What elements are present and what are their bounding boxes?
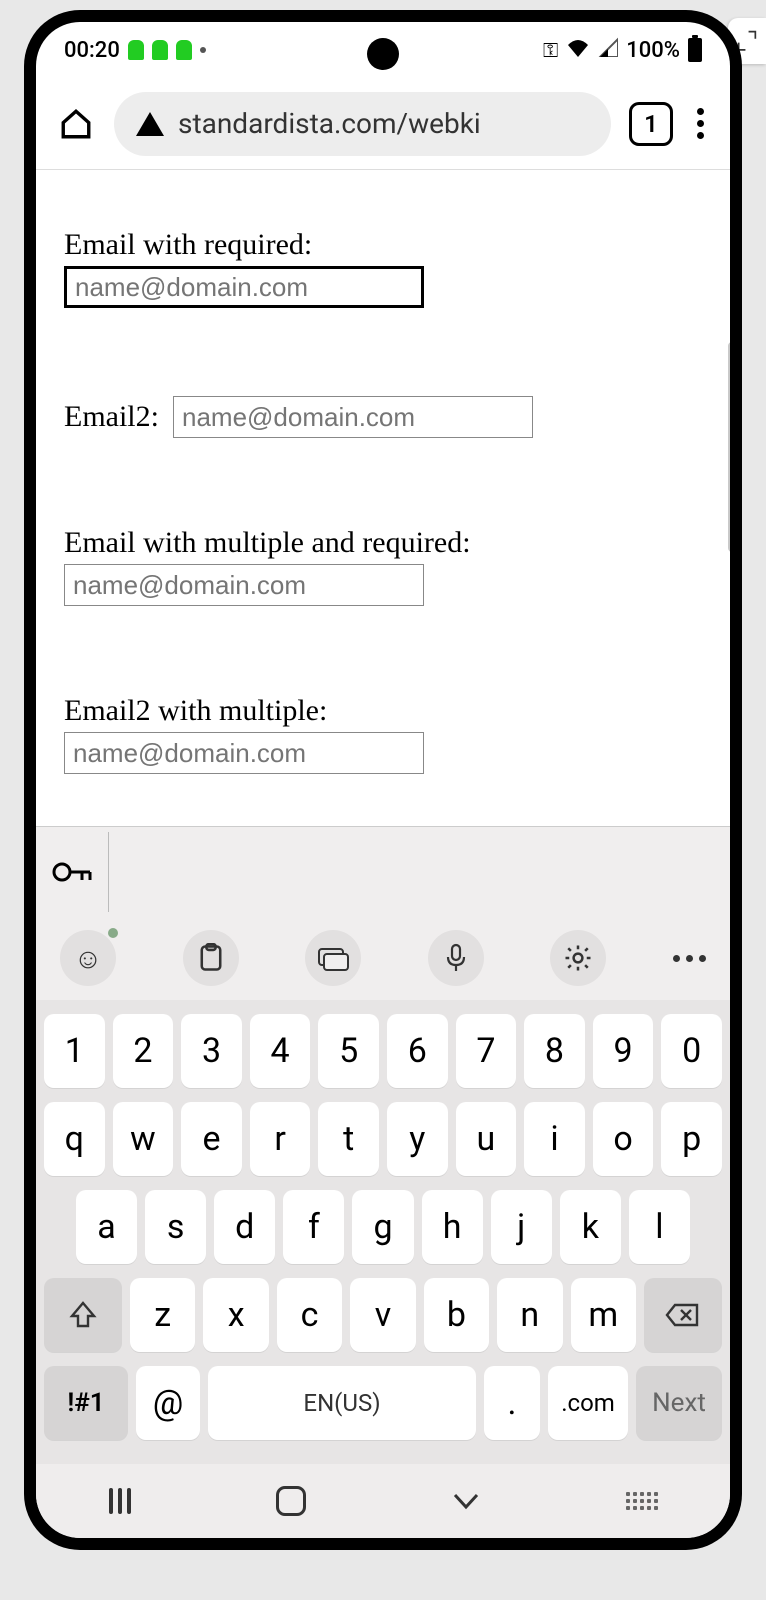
voice-input-button[interactable] (428, 930, 484, 986)
url-text: standardista.com/webki (178, 107, 481, 140)
key-6[interactable]: 6 (387, 1014, 448, 1088)
key-b[interactable]: b (424, 1278, 489, 1352)
android-icon (128, 40, 144, 60)
browser-home-button[interactable] (56, 104, 96, 144)
keyboard-mode-button[interactable] (305, 930, 361, 986)
period-key[interactable]: . (484, 1366, 540, 1440)
key-x[interactable]: x (203, 1278, 268, 1352)
key-c[interactable]: c (277, 1278, 342, 1352)
page-content[interactable]: Email with required: Email2: Email with … (36, 170, 730, 826)
divider (108, 832, 109, 912)
key-p[interactable]: p (661, 1102, 722, 1176)
phone-frame: 00:20 ⚿ 100% (24, 10, 742, 1550)
backspace-key[interactable] (644, 1278, 722, 1352)
next-key[interactable]: Next (636, 1366, 722, 1440)
nav-keyboard-switch-button[interactable] (626, 1492, 658, 1510)
key-n[interactable]: n (497, 1278, 562, 1352)
key-j[interactable]: j (491, 1190, 552, 1264)
key-3[interactable]: 3 (181, 1014, 242, 1088)
key-w[interactable]: w (113, 1102, 174, 1176)
field-label: Email with required: (64, 228, 702, 262)
key-v[interactable]: v (350, 1278, 415, 1352)
keyboard-more-button[interactable] (673, 955, 706, 962)
key-9[interactable]: 9 (593, 1014, 654, 1088)
key-e[interactable]: e (181, 1102, 242, 1176)
key-q[interactable]: q (44, 1102, 105, 1176)
autofill-strip (36, 826, 730, 916)
nav-back-button[interactable] (451, 1491, 481, 1511)
key-d[interactable]: d (214, 1190, 275, 1264)
key-i[interactable]: i (524, 1102, 585, 1176)
browser-toolbar: standardista.com/webki 1 (36, 78, 730, 170)
clipboard-button[interactable] (183, 930, 239, 986)
key-u[interactable]: u (456, 1102, 517, 1176)
key-8[interactable]: 8 (524, 1014, 585, 1088)
key-h[interactable]: h (422, 1190, 483, 1264)
url-bar[interactable]: standardista.com/webki (114, 92, 611, 156)
at-key[interactable]: @ (136, 1366, 200, 1440)
key-k[interactable]: k (560, 1190, 621, 1264)
vpn-key-icon: ⚿ (543, 38, 558, 62)
key-z[interactable]: z (130, 1278, 195, 1352)
key-f[interactable]: f (283, 1190, 344, 1264)
key-2[interactable]: 2 (113, 1014, 174, 1088)
emoji-button[interactable]: ☺ (60, 930, 116, 986)
key-g[interactable]: g (352, 1190, 413, 1264)
key-l[interactable]: l (629, 1190, 690, 1264)
email-multiple-required-input[interactable] (64, 564, 424, 606)
key-r[interactable]: r (250, 1102, 311, 1176)
battery-icon (688, 38, 702, 62)
notification-dot (200, 47, 206, 53)
key-t[interactable]: t (318, 1102, 379, 1176)
key-a[interactable]: a (76, 1190, 137, 1264)
key-1[interactable]: 1 (44, 1014, 105, 1088)
camera-notch (367, 38, 399, 70)
space-key[interactable]: EN(US) (208, 1366, 476, 1440)
field-label: Email2 with multiple: (64, 694, 702, 728)
phone-screen: 00:20 ⚿ 100% (36, 22, 730, 1538)
dotcom-key[interactable]: .com (548, 1366, 628, 1440)
insecure-warning-icon (136, 112, 164, 136)
key-y[interactable]: y (387, 1102, 448, 1176)
shift-key[interactable] (44, 1278, 122, 1352)
tab-count-value: 1 (644, 110, 658, 138)
settings-button[interactable] (550, 930, 606, 986)
key-5[interactable]: 5 (318, 1014, 379, 1088)
nav-home-button[interactable] (276, 1486, 306, 1516)
email-required-input[interactable] (64, 266, 424, 308)
email2-input[interactable] (173, 396, 533, 438)
symbols-key[interactable]: !#1 (44, 1366, 128, 1440)
key-o[interactable]: o (593, 1102, 654, 1176)
android-icon (176, 40, 192, 60)
field-label: Email2: (64, 400, 159, 434)
signal-icon (598, 37, 618, 63)
password-key-icon[interactable] (52, 852, 92, 892)
android-icon (152, 40, 168, 60)
keyboard-toolbar: ☺ (36, 916, 730, 1000)
system-navbar (36, 1464, 730, 1538)
nav-recent-button[interactable] (109, 1488, 131, 1514)
key-0[interactable]: 0 (661, 1014, 722, 1088)
key-s[interactable]: s (145, 1190, 206, 1264)
tab-switcher-button[interactable]: 1 (629, 102, 673, 146)
key-4[interactable]: 4 (250, 1014, 311, 1088)
scroll-indicator (728, 342, 730, 552)
field-label: Email with multiple and required: (64, 526, 702, 560)
soft-keyboard: 1234567890 qwertyuiop asdfghjkl zxcvbnm … (36, 1000, 730, 1464)
email2-multiple-input[interactable] (64, 732, 424, 774)
wifi-icon (566, 37, 590, 63)
key-m[interactable]: m (571, 1278, 636, 1352)
battery-percent: 100% (626, 38, 680, 63)
key-7[interactable]: 7 (456, 1014, 517, 1088)
browser-menu-button[interactable] (691, 108, 710, 139)
status-time: 00:20 (64, 38, 120, 63)
